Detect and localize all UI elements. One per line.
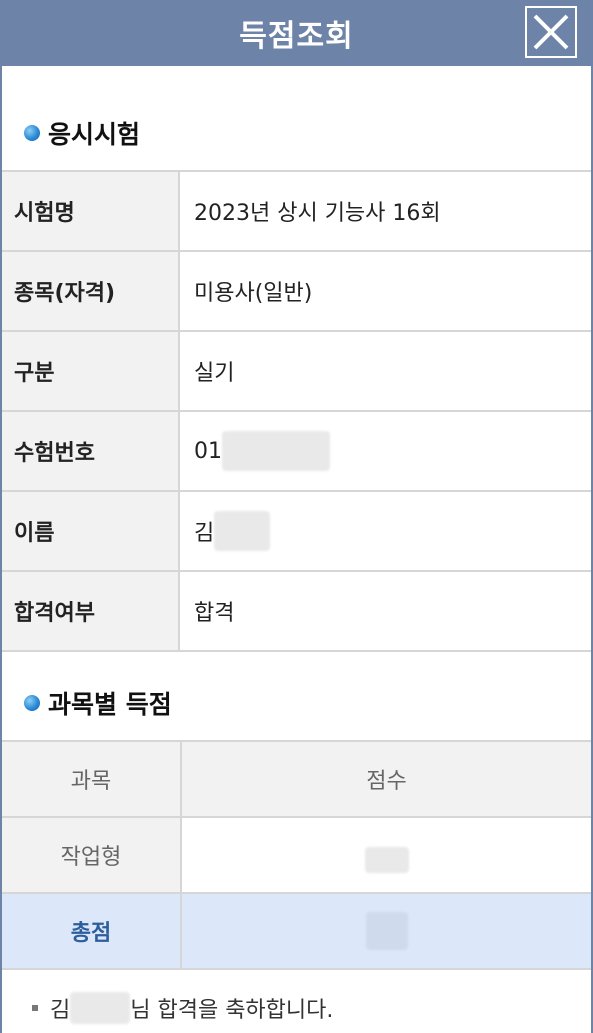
info-key: 구분 bbox=[2, 332, 180, 410]
info-key: 수험번호 bbox=[2, 412, 180, 490]
redacted-exam-number bbox=[222, 431, 330, 471]
info-row-exam-number: 수험번호 01 bbox=[2, 412, 591, 492]
message-name-prefix: 김 bbox=[50, 998, 71, 1023]
exam-info-table: 시험명 2023년 상시 기능사 16회 종목(자격) 미용사(일반) 구분 실… bbox=[2, 170, 591, 652]
info-value: 합격 bbox=[194, 601, 235, 626]
info-value: 01 bbox=[180, 412, 591, 490]
page-title: 득점조회 bbox=[239, 19, 354, 54]
total-value-cell bbox=[182, 894, 591, 968]
info-key: 이름 bbox=[2, 492, 180, 570]
redacted-total bbox=[365, 912, 408, 950]
title-bar: 득점조회 bbox=[2, 0, 591, 66]
info-value: 2023년 상시 기능사 16회 bbox=[194, 201, 441, 226]
bullet-icon bbox=[24, 125, 40, 141]
close-icon bbox=[533, 14, 569, 50]
section-score-heading: 과목별 득점 bbox=[2, 688, 591, 719]
bullet-icon bbox=[24, 695, 40, 711]
redacted-score bbox=[364, 847, 409, 873]
score-table-header: 과목 점수 bbox=[2, 742, 591, 818]
col-score-header: 점수 bbox=[182, 742, 591, 816]
info-value: 김 bbox=[180, 492, 591, 570]
total-row: 총점 bbox=[2, 894, 591, 970]
score-cell bbox=[182, 818, 591, 892]
table-row: 작업형 bbox=[2, 818, 591, 894]
section-exam-label: 응시시험 bbox=[48, 120, 141, 149]
info-row-pass-status: 합격여부 합격 bbox=[2, 572, 591, 652]
info-value: 미용사(일반) bbox=[194, 281, 313, 306]
info-value: 실기 bbox=[194, 361, 235, 386]
info-row-category: 종목(자격) 미용사(일반) bbox=[2, 252, 591, 332]
info-key: 합격여부 bbox=[2, 572, 180, 650]
score-table: 과목 점수 작업형 총점 bbox=[2, 740, 591, 970]
close-button[interactable] bbox=[525, 6, 577, 58]
exam-number-text: 01 bbox=[194, 438, 222, 464]
info-key: 시험명 bbox=[2, 172, 180, 250]
score-inquiry-popup: 득점조회 응시시험 시험명 2023년 상시 기능사 16회 종목(자격) 미용… bbox=[0, 0, 593, 1033]
col-subject-header: 과목 bbox=[2, 742, 182, 816]
info-key: 종목(자격) bbox=[2, 252, 180, 330]
message-text: 님 합격을 축하합니다. bbox=[130, 998, 334, 1023]
total-label: 총점 bbox=[2, 894, 182, 968]
section-score-label: 과목별 득점 bbox=[48, 690, 172, 719]
section-exam-heading: 응시시험 bbox=[2, 118, 591, 149]
congratulation-message: 김 님 합격을 축하합니다. bbox=[2, 992, 591, 1024]
redacted-name bbox=[214, 511, 271, 551]
info-row-division: 구분 실기 bbox=[2, 332, 591, 412]
bullet-square-icon bbox=[32, 1005, 38, 1011]
subject-cell: 작업형 bbox=[2, 818, 182, 892]
info-row-exam-name: 시험명 2023년 상시 기능사 16회 bbox=[2, 172, 591, 252]
info-row-name: 이름 김 bbox=[2, 492, 591, 572]
name-text: 김 bbox=[194, 521, 215, 546]
redacted-footer-name bbox=[70, 992, 131, 1024]
